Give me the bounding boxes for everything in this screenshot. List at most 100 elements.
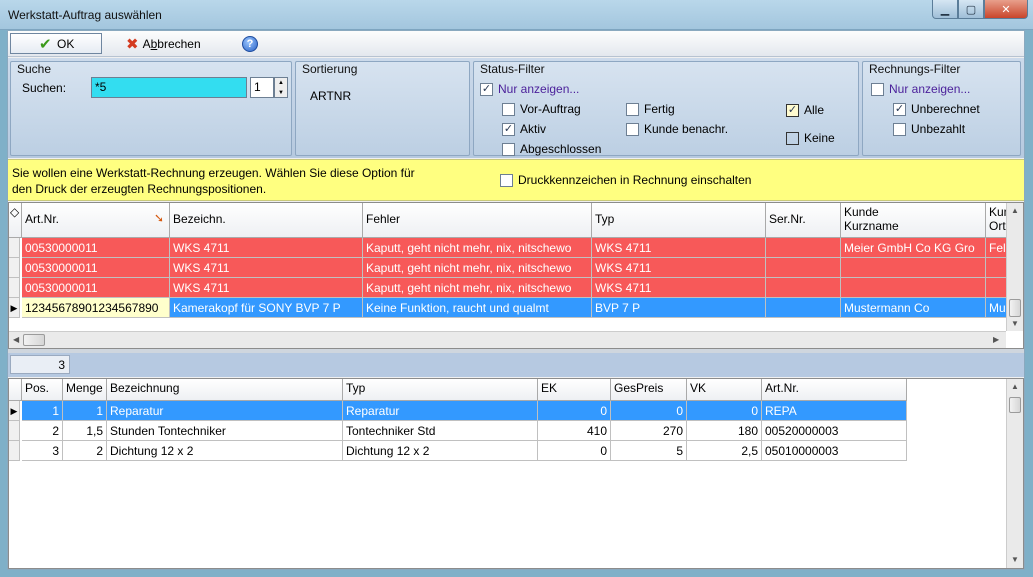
table-cell[interactable]: 05010000003 [762, 441, 907, 461]
current-row-arrow-icon[interactable]: ▶ [9, 401, 20, 421]
col-header-menge[interactable]: Menge [63, 379, 107, 401]
table-cell[interactable] [986, 278, 1007, 298]
col-header-vk[interactable]: VK [687, 379, 762, 401]
maximize-button[interactable]: ▢ [958, 0, 984, 19]
table-cell[interactable]: 00520000003 [762, 421, 907, 441]
table-cell[interactable]: BVP 7 P [592, 298, 766, 318]
table-cell[interactable]: WKS 4711 [170, 258, 363, 278]
table-cell[interactable]: 1 [63, 401, 107, 421]
ok-button[interactable]: ✔ OK [10, 33, 102, 54]
aktiv-checkbox[interactable]: ✓ Aktiv [502, 122, 546, 136]
row-indicator[interactable] [9, 258, 20, 278]
scroll-up-icon[interactable]: ▲ [1011, 382, 1019, 391]
col-header-typ[interactable]: Typ [343, 379, 538, 401]
col-header-sernr[interactable]: Ser.Nr. [766, 203, 841, 238]
unberechnet-checkbox[interactable]: ✓ Unberechnet [893, 102, 980, 116]
col-header-bezeichn[interactable]: Bezeichn. [170, 203, 363, 238]
minimize-button[interactable]: ▁ [932, 0, 958, 19]
col-header-artnr[interactable]: Art.Nr. ➘ [22, 203, 170, 238]
col-header-gespreis[interactable]: GesPreis [611, 379, 687, 401]
row-indicator[interactable] [9, 441, 20, 461]
table-cell[interactable]: Stunden Tontechniker [107, 421, 343, 441]
table-cell[interactable]: 12345678901234567890 [22, 298, 170, 318]
table-cell[interactable]: Dichtung 12 x 2 [107, 441, 343, 461]
col-header-pos-artnr[interactable]: Art.Nr. [762, 379, 907, 401]
table-cell[interactable]: 410 [538, 421, 611, 441]
current-row-arrow-icon[interactable]: ▶ [9, 298, 20, 318]
orders-hscroll-thumb[interactable] [23, 334, 45, 346]
stepper-up-icon[interactable]: ▲ [275, 78, 287, 88]
search-count-input[interactable]: 1 [250, 77, 274, 98]
table-cell[interactable]: REPA [762, 401, 907, 421]
table-cell[interactable] [766, 258, 841, 278]
table-cell[interactable]: WKS 4711 [170, 238, 363, 258]
col-header-kunde-ort[interactable]: Kun Ort [986, 203, 1007, 238]
stepper-down-icon[interactable]: ▼ [275, 88, 287, 98]
col-header-bezeichnung[interactable]: Bezeichnung [107, 379, 343, 401]
table-cell[interactable]: Kaputt, geht nicht mehr, nix, nitschewo [363, 238, 592, 258]
select-none-button[interactable]: Keine [786, 131, 835, 145]
select-all-button[interactable]: ✓ Alle [786, 103, 824, 117]
col-header-typ[interactable]: Typ [592, 203, 766, 238]
row-indicator[interactable] [9, 278, 20, 298]
table-cell[interactable]: Kaputt, geht nicht mehr, nix, nitschewo [363, 278, 592, 298]
table-cell[interactable]: WKS 4711 [170, 278, 363, 298]
druckkennzeichen-checkbox[interactable]: Druckkennzeichen in Rechnung einschalten [500, 173, 751, 187]
table-cell[interactable]: Reparatur [343, 401, 538, 421]
table-cell[interactable]: 270 [611, 421, 687, 441]
table-cell[interactable]: 2 [22, 421, 63, 441]
positions-vscroll-thumb[interactable] [1009, 397, 1021, 413]
table-cell[interactable]: Tontechniker Std [343, 421, 538, 441]
table-cell[interactable]: WKS 4711 [592, 278, 766, 298]
table-cell[interactable]: Mustermann Co [841, 298, 986, 318]
fertig-checkbox[interactable]: Fertig [626, 102, 675, 116]
table-cell[interactable]: Mu [986, 298, 1007, 318]
orders-vscroll-thumb[interactable] [1009, 299, 1021, 317]
table-cell[interactable] [841, 278, 986, 298]
table-cell[interactable]: Kamerakopf für SONY BVP 7 P [170, 298, 363, 318]
table-cell[interactable]: 0 [611, 401, 687, 421]
search-input[interactable]: *5 [91, 77, 247, 98]
scroll-down-icon[interactable]: ▼ [1011, 319, 1019, 328]
table-cell[interactable]: Keine Funktion, raucht und qualmt [363, 298, 592, 318]
unbezahlt-checkbox[interactable]: Unbezahlt [893, 122, 965, 136]
table-cell[interactable]: 1,5 [63, 421, 107, 441]
status-nur-anzeigen-checkbox[interactable]: ✓ Nur anzeigen... [480, 82, 579, 96]
orders-horizontal-scrollbar[interactable]: ◀ ▶ [9, 331, 1006, 348]
col-header-ek[interactable]: EK [538, 379, 611, 401]
positions-vertical-scrollbar[interactable]: ▲ ▼ [1006, 379, 1023, 568]
row-indicator[interactable] [9, 421, 20, 441]
table-cell[interactable]: WKS 4711 [592, 238, 766, 258]
table-cell[interactable]: Meier GmbH Co KG Gro [841, 238, 986, 258]
scroll-right-icon[interactable]: ▶ [993, 335, 999, 344]
scroll-down-icon[interactable]: ▼ [1011, 555, 1019, 564]
table-cell[interactable] [841, 258, 986, 278]
table-cell[interactable]: 00530000011 [22, 238, 170, 258]
table-cell[interactable]: 2,5 [687, 441, 762, 461]
col-header-fehler[interactable]: Fehler [363, 203, 592, 238]
table-cell[interactable] [766, 238, 841, 258]
select-rows-icon[interactable]: ◇ [9, 203, 22, 238]
invoice-nur-anzeigen-checkbox[interactable]: Nur anzeigen... [871, 82, 970, 96]
kunde-benachr-checkbox[interactable]: Kunde benachr. [626, 122, 728, 136]
table-cell[interactable]: 0 [538, 401, 611, 421]
col-header-pos[interactable]: Pos. [22, 379, 63, 401]
table-cell[interactable] [766, 298, 841, 318]
table-cell[interactable]: Kaputt, geht nicht mehr, nix, nitschewo [363, 258, 592, 278]
row-indicator[interactable] [9, 238, 20, 258]
table-cell[interactable]: 00530000011 [22, 258, 170, 278]
table-cell[interactable]: Reparatur [107, 401, 343, 421]
table-cell[interactable]: WKS 4711 [592, 258, 766, 278]
table-cell[interactable]: Dichtung 12 x 2 [343, 441, 538, 461]
table-cell[interactable] [766, 278, 841, 298]
scroll-up-icon[interactable]: ▲ [1011, 206, 1019, 215]
table-cell[interactable]: 3 [22, 441, 63, 461]
cancel-button[interactable]: ✖ Abbrechen [122, 33, 205, 54]
table-cell[interactable] [986, 258, 1007, 278]
table-cell[interactable]: Fel [986, 238, 1007, 258]
col-header-kunde[interactable]: Kunde Kurzname [841, 203, 986, 238]
abgeschlossen-checkbox[interactable]: Abgeschlossen [502, 142, 601, 156]
table-cell[interactable]: 0 [687, 401, 762, 421]
table-cell[interactable]: 0 [538, 441, 611, 461]
close-button[interactable]: ✕ [984, 0, 1028, 19]
